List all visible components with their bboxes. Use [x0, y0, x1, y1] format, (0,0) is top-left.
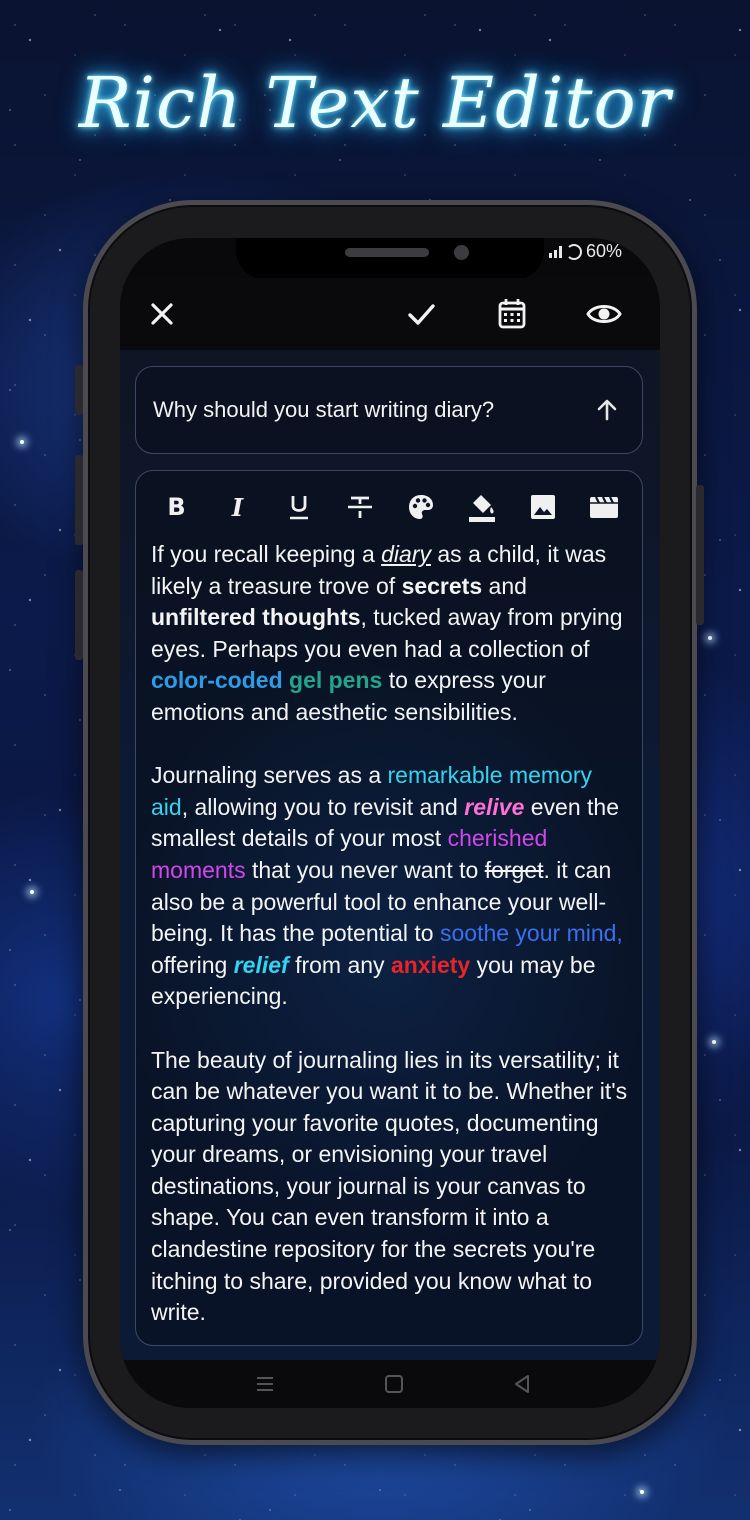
bold-icon: B [167, 493, 186, 521]
status-bar: 60% [548, 241, 622, 262]
palette-icon [408, 495, 433, 519]
star-decoration [640, 1490, 644, 1494]
phone-power-button [696, 485, 704, 625]
title-field[interactable]: Why should you start writing diary? [135, 366, 643, 454]
insert-image-button[interactable] [523, 487, 563, 527]
check-icon[interactable] [401, 294, 441, 334]
star-decoration [712, 1040, 716, 1044]
signal-icon [548, 245, 562, 258]
strikethrough-icon [347, 496, 372, 518]
app-bar [120, 278, 660, 350]
movie-icon [589, 496, 618, 518]
highlight-button[interactable] [462, 487, 502, 527]
underline-icon [289, 496, 308, 520]
recent-apps-icon[interactable] [253, 1372, 277, 1396]
italic-button[interactable]: I [218, 487, 258, 527]
home-icon[interactable] [382, 1372, 406, 1396]
close-icon[interactable] [142, 294, 182, 334]
paragraph-2: Journaling serves as a remarkable memory… [151, 762, 623, 1010]
front-camera [454, 245, 469, 260]
battery-ring-icon [565, 243, 582, 260]
phone-volume-up-button [75, 455, 83, 545]
strikethrough-button[interactable] [340, 487, 380, 527]
insert-video-button[interactable] [584, 487, 624, 527]
star-decoration [708, 636, 712, 640]
rich-text-editor[interactable]: B I If you recall keeping a diary as a c… [135, 470, 643, 1346]
paragraph-3: The beauty of journaling lies in its ver… [151, 1046, 628, 1326]
underline-button[interactable] [279, 487, 319, 527]
text-color-button[interactable] [401, 487, 441, 527]
image-icon [530, 495, 555, 519]
phone-volume-down-button [75, 570, 83, 660]
bold-button[interactable]: B [157, 487, 197, 527]
page-headline: Rich Text Editor [78, 62, 672, 144]
eye-icon[interactable] [584, 294, 624, 334]
editor-screen: Why should you start writing diary? B I [120, 350, 660, 1360]
paragraph-1: If you recall keeping a diary as a child… [151, 541, 623, 725]
system-nav-bar [120, 1360, 660, 1408]
phone-side-button [75, 365, 83, 415]
calendar-icon[interactable] [492, 294, 532, 334]
paint-bucket-icon [468, 495, 495, 522]
star-decoration [30, 890, 34, 894]
editor-content[interactable]: If you recall keeping a diary as a child… [151, 539, 633, 1345]
star-decoration [20, 440, 24, 444]
phone-notch [236, 238, 544, 280]
phone-screen: 60% Why should you start writing diary? [120, 238, 660, 1408]
arrow-up-icon[interactable] [594, 397, 620, 423]
title-input-value[interactable]: Why should you start writing diary? [153, 397, 494, 423]
earpiece-speaker [345, 248, 429, 257]
back-icon[interactable] [510, 1372, 534, 1396]
italic-icon: I [231, 492, 244, 522]
formatting-toolbar: B I [136, 485, 642, 529]
battery-percent: 60% [585, 241, 622, 261]
